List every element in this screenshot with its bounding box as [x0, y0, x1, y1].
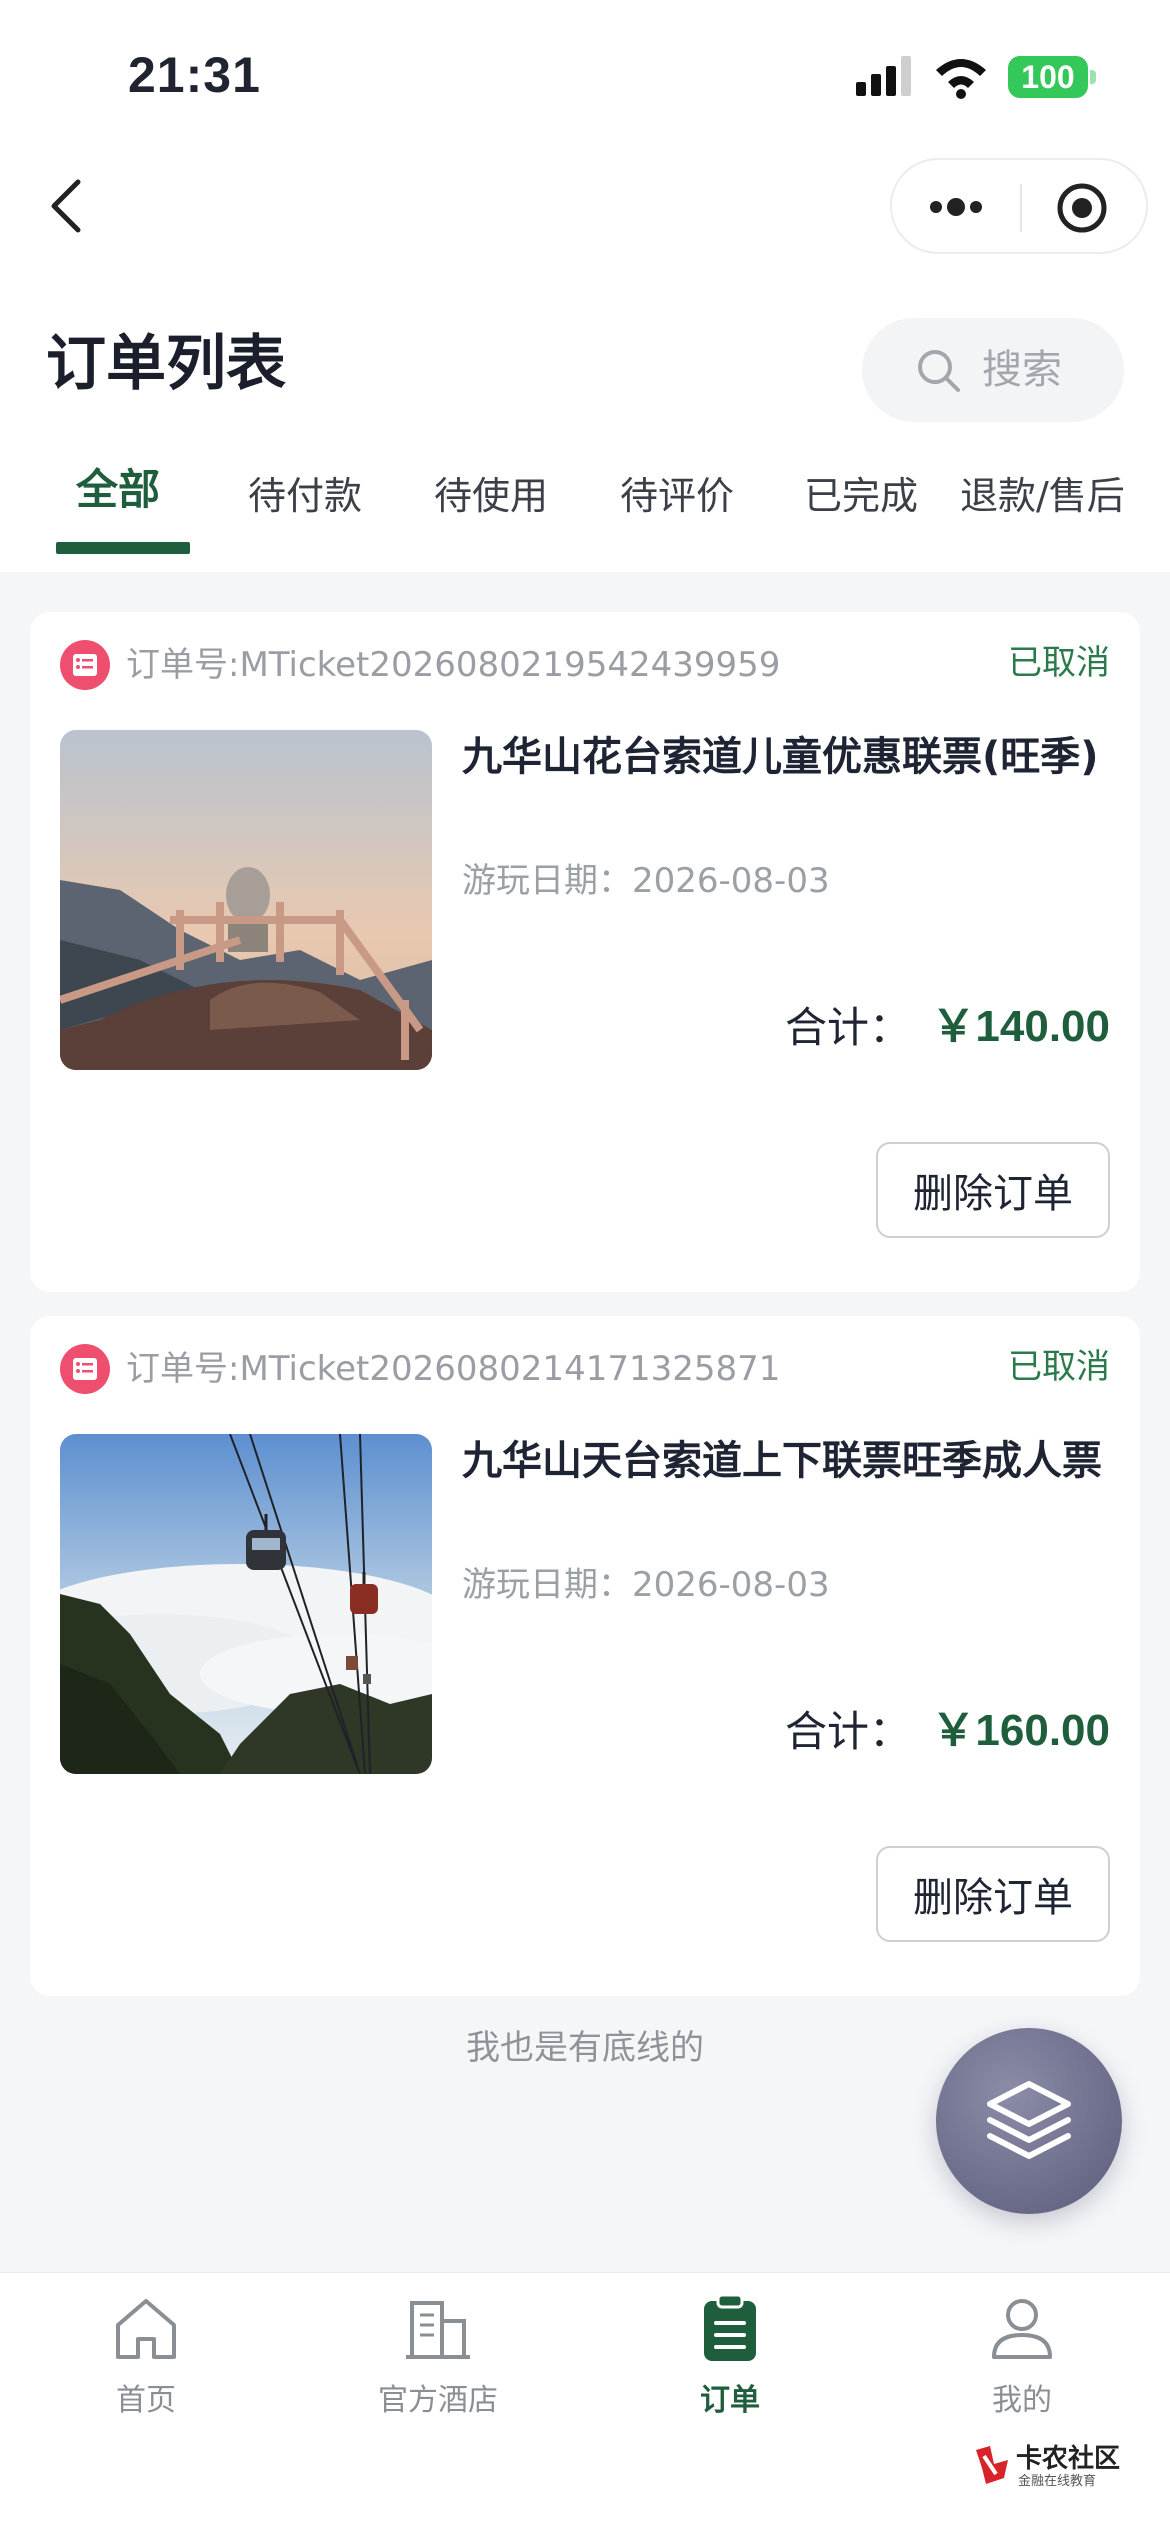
play-date: 游玩日期：2026-08-03: [462, 861, 830, 901]
home-icon: [116, 2299, 176, 2359]
tabbar-item-mine[interactable]: 我的: [922, 2293, 1122, 2433]
search-input[interactable]: 搜索: [862, 318, 1124, 422]
total-label: 合计：: [785, 1003, 912, 1052]
total-price: ￥160.00: [931, 1706, 1110, 1755]
battery-indicator: 100: [1008, 56, 1088, 98]
tab-indicator: [56, 542, 190, 554]
watermark-subtext: 金融在线教育: [1018, 2474, 1097, 2489]
product-title[interactable]: 九华山花台索道儿童优惠联票(旺季): [462, 728, 1112, 786]
back-icon[interactable]: [40, 176, 100, 236]
status-time: 21:31: [128, 47, 261, 103]
top-area: 21:31 100 订单列表 搜索 全部 待付款 待使用 待评价 已完成 退款/…: [0, 0, 1170, 572]
layers-icon: [987, 2081, 1071, 2159]
order-tabs: 全部 待付款 待使用 待评价 已完成 退款/售后: [0, 452, 1170, 562]
building-icon: [406, 2301, 470, 2359]
tabbar-label: 首页: [116, 2383, 176, 2418]
tab-completed[interactable]: 已完成: [804, 466, 918, 526]
watermark-logo: 卡农社区 金融在线教育: [972, 2442, 1122, 2502]
watermark-icon: [976, 2446, 1008, 2484]
tabbar-item-home[interactable]: 首页: [46, 2293, 246, 2433]
more-icon[interactable]: [926, 182, 986, 232]
clipboard-icon: [704, 2293, 756, 2361]
order-list-icon: [60, 640, 110, 690]
play-date: 游玩日期：2026-08-03: [462, 1565, 830, 1605]
battery-cap: [1090, 70, 1096, 84]
tabbar-label: 官方酒店: [378, 2383, 498, 2418]
tabbar-item-orders[interactable]: 订单: [630, 2293, 830, 2433]
tabbar-item-hotel[interactable]: 官方酒店: [338, 2293, 538, 2433]
order-number: 订单号:MTicket2026080219542439959: [126, 645, 781, 685]
order-status: 已取消: [1008, 643, 1110, 683]
order-card[interactable]: 订单号:MTicket2026080214171325871 已取消 九华山天台…: [30, 1316, 1140, 1996]
layers-fab-button[interactable]: [936, 2028, 1122, 2214]
tab-to-use[interactable]: 待使用: [434, 466, 548, 526]
tab-pending-payment[interactable]: 待付款: [248, 466, 362, 526]
order-card[interactable]: 订单号:MTicket2026080219542439959 已取消 九华山花台…: [30, 612, 1140, 1292]
tabbar-label: 订单: [700, 2383, 760, 2418]
order-status: 已取消: [1008, 1347, 1110, 1387]
product-title[interactable]: 九华山天台索道上下联票旺季成人票: [462, 1432, 1112, 1490]
tab-refund[interactable]: 退款/售后: [960, 466, 1125, 526]
total-label: 合计：: [785, 1707, 912, 1756]
product-thumbnail[interactable]: [60, 1434, 432, 1774]
product-thumbnail[interactable]: [60, 730, 432, 1070]
close-target-icon[interactable]: [1054, 180, 1110, 236]
capsule-divider: [1020, 184, 1022, 232]
watermark-text: 卡农社区: [1016, 2444, 1121, 2474]
tab-all[interactable]: 全部: [76, 460, 160, 520]
total-price: ￥140.00: [931, 1002, 1110, 1051]
delete-order-button[interactable]: 删除订单: [876, 1142, 1110, 1238]
search-placeholder: 搜索: [982, 347, 1062, 393]
order-list-icon: [60, 1344, 110, 1394]
mini-program-capsule: [890, 158, 1148, 254]
delete-order-button[interactable]: 删除订单: [876, 1846, 1110, 1942]
tabbar-label: 我的: [992, 2383, 1052, 2418]
tab-to-review[interactable]: 待评价: [620, 466, 734, 526]
order-number: 订单号:MTicket2026080214171325871: [126, 1349, 781, 1389]
search-icon: [918, 350, 960, 392]
user-icon: [992, 2299, 1052, 2359]
page-title: 订单列表: [46, 329, 286, 399]
